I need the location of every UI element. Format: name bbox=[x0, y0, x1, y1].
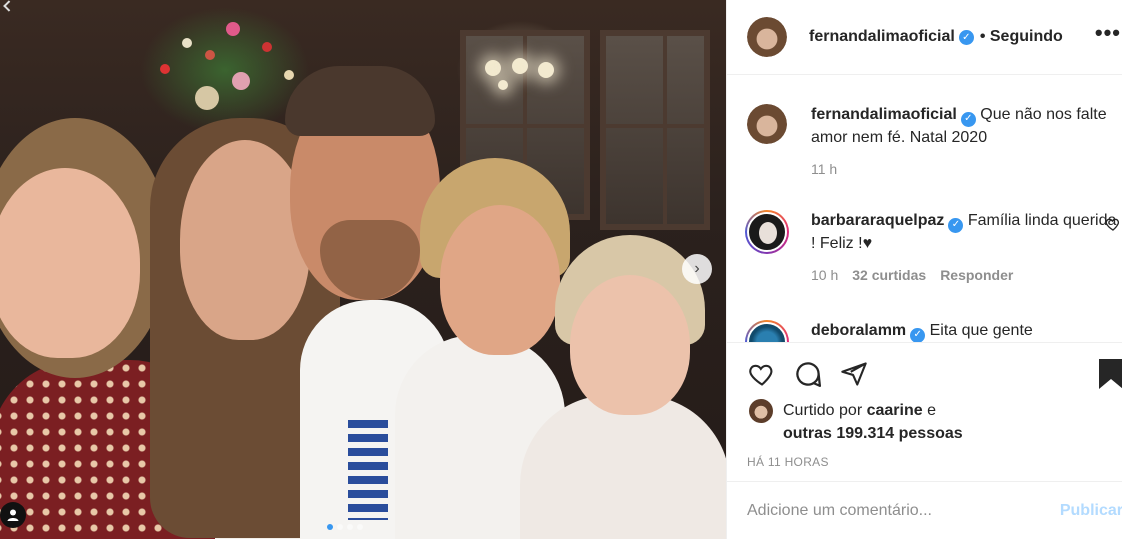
reply-button[interactable]: Responder bbox=[940, 267, 1013, 283]
liked-by-prefix: Curtido por bbox=[783, 402, 863, 419]
tree-ornament bbox=[195, 86, 219, 110]
heart-icon bbox=[1105, 218, 1120, 231]
person-shirt bbox=[520, 395, 726, 539]
action-icons bbox=[747, 359, 869, 389]
post-timestamp[interactable]: HÁ 11 HORAS bbox=[747, 455, 829, 469]
heart-icon bbox=[749, 364, 773, 386]
carousel-indicator bbox=[327, 524, 363, 530]
comment-likes[interactable]: 32 curtidas bbox=[852, 267, 926, 283]
carousel-dot bbox=[357, 524, 363, 530]
comment-text: deboralamm ✓ Eita que gente bbox=[811, 320, 1117, 342]
comment-username[interactable]: deboralamm bbox=[811, 322, 906, 339]
author-avatar[interactable] bbox=[747, 104, 787, 144]
likes-text: Curtido por caarine e outras 199.314 pes… bbox=[783, 399, 963, 445]
background-lamp bbox=[498, 80, 508, 90]
comment-item: deboralamm ✓ Eita que gente bbox=[745, 320, 1117, 342]
chevron-right-icon: › bbox=[694, 260, 700, 277]
like-button[interactable] bbox=[747, 360, 777, 388]
share-button[interactable] bbox=[839, 360, 869, 388]
tree-ornament bbox=[232, 72, 250, 90]
liked-by-others[interactable]: outras 199.314 pessoas bbox=[783, 425, 963, 442]
commenter-avatar[interactable] bbox=[745, 210, 789, 254]
person-face bbox=[0, 168, 140, 358]
tree-ornament bbox=[182, 38, 192, 48]
carousel-dot bbox=[327, 524, 333, 530]
author-username[interactable]: fernandalimaoficial bbox=[809, 28, 955, 46]
bookmark-icon bbox=[1099, 359, 1122, 389]
person-hair bbox=[285, 66, 435, 136]
caption-meta: 11 h bbox=[811, 161, 1117, 177]
tree-ornament bbox=[205, 50, 215, 60]
comments-list[interactable]: fernandalimaoficial ✓ Que não nos falte a… bbox=[727, 76, 1122, 342]
liker-avatar[interactable] bbox=[749, 399, 773, 423]
corner-arrow-icon bbox=[3, 0, 15, 12]
share-icon bbox=[841, 362, 867, 386]
comment-icon bbox=[796, 362, 821, 387]
author-avatar[interactable] bbox=[747, 17, 787, 57]
comment-username[interactable]: barbararaquelpaz bbox=[811, 212, 944, 229]
comment-content: Eita que gente bbox=[929, 322, 1033, 339]
background-lamp bbox=[512, 58, 528, 74]
liked-by-connector: e bbox=[927, 402, 937, 419]
commenter-avatar[interactable] bbox=[745, 320, 789, 342]
publish-button[interactable]: Publicar bbox=[1060, 502, 1122, 520]
tree-ornament bbox=[160, 64, 170, 74]
comment-like-button[interactable] bbox=[1105, 216, 1121, 237]
person-face bbox=[440, 205, 560, 355]
user-tag-icon bbox=[7, 509, 19, 521]
person-face bbox=[570, 275, 690, 415]
post-side-panel: fernandalimaoficial ✓ • Seguindo ••• fer… bbox=[726, 0, 1122, 539]
caption-username[interactable]: fernandalimaoficial bbox=[811, 106, 957, 123]
background-lamp bbox=[485, 60, 501, 76]
comment-item: barbararaquelpaz ✓ Família linda querida … bbox=[745, 210, 1120, 283]
more-options-button[interactable]: ••• bbox=[1095, 20, 1121, 46]
tree-ornament bbox=[226, 22, 240, 36]
carousel-next-button[interactable]: › bbox=[682, 254, 712, 284]
comment-text: barbararaquelpaz ✓ Família linda querida … bbox=[811, 210, 1117, 255]
comment-button[interactable] bbox=[793, 359, 823, 389]
caption-age[interactable]: 11 h bbox=[811, 161, 837, 177]
tree-ornament bbox=[284, 70, 294, 80]
shirt-stripes bbox=[348, 420, 388, 520]
carousel-dot bbox=[337, 524, 343, 530]
add-comment-bar: Publicar bbox=[727, 481, 1122, 539]
caption: fernandalimaoficial ✓ Que não nos falte a… bbox=[747, 104, 1117, 177]
carousel-dot bbox=[347, 524, 353, 530]
post-actions: Curtido por caarine e outras 199.314 pes… bbox=[727, 342, 1122, 480]
follow-status[interactable]: • Seguindo bbox=[980, 28, 1063, 46]
post-header: fernandalimaoficial ✓ • Seguindo ••• bbox=[727, 0, 1122, 75]
caption-text: fernandalimaoficial ✓ Que não nos falte a… bbox=[811, 104, 1117, 149]
verified-icon: ✓ bbox=[958, 29, 974, 45]
verified-icon: ✓ bbox=[960, 111, 976, 127]
verified-icon: ✓ bbox=[910, 327, 926, 342]
tree-ornament bbox=[262, 42, 272, 52]
background-lamp bbox=[538, 62, 554, 78]
user-tag-button[interactable] bbox=[0, 502, 26, 528]
save-button[interactable] bbox=[1099, 359, 1122, 394]
likes-summary: Curtido por caarine e outras 199.314 pes… bbox=[749, 399, 963, 445]
verified-icon: ✓ bbox=[948, 217, 964, 233]
comment-input[interactable] bbox=[747, 501, 1046, 520]
post-photo[interactable]: › bbox=[0, 0, 726, 539]
author-info: fernandalimaoficial ✓ • Seguindo bbox=[809, 28, 1063, 46]
comment-age[interactable]: 10 h bbox=[811, 267, 838, 283]
liked-by-user[interactable]: caarine bbox=[867, 402, 923, 419]
background-window bbox=[600, 30, 710, 230]
comment-meta: 10 h 32 curtidas Responder bbox=[811, 267, 1117, 283]
